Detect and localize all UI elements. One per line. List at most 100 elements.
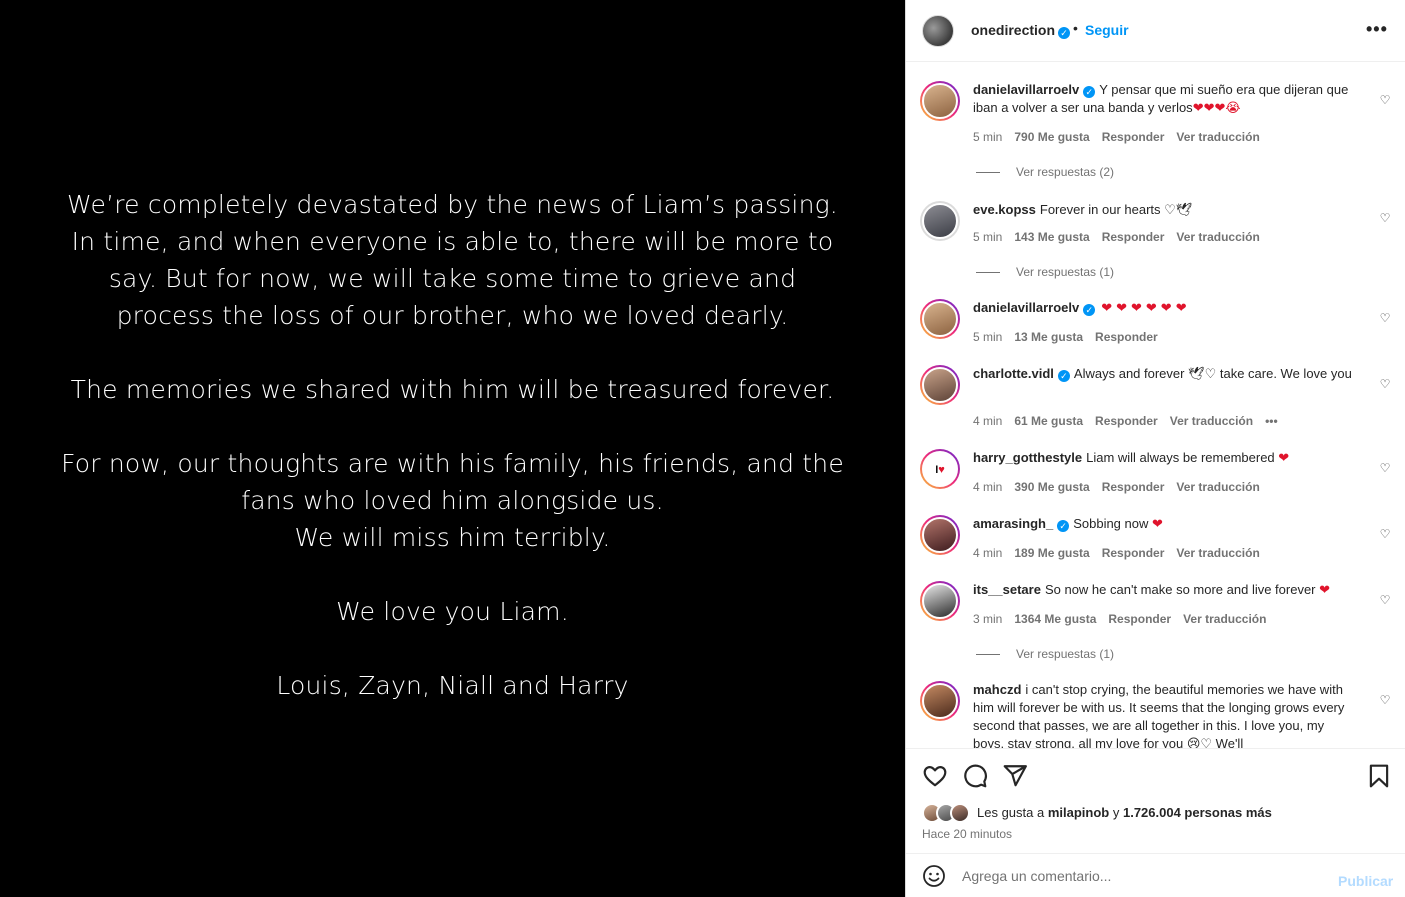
translate-button[interactable]: Ver traducción — [1176, 130, 1259, 144]
heart-icon[interactable]: ♡ — [1378, 461, 1392, 475]
comment-likes[interactable]: 1364 Me gusta — [1014, 612, 1096, 626]
comment-body: So now he can't make so more and live fo… — [1044, 582, 1316, 597]
comment-likes[interactable]: 189 Me gusta — [1014, 546, 1089, 560]
comment-username[interactable]: mahczd — [973, 682, 1021, 697]
post-line: We love you Liam. — [336, 597, 569, 626]
bookmark-icon[interactable] — [1366, 763, 1392, 789]
share-icon[interactable] — [1002, 763, 1028, 789]
comment-meta: 5 min 143 Me gusta Responder Ver traducción — [973, 230, 1272, 244]
reply-button[interactable]: Responder — [1102, 546, 1165, 560]
verified-badge-icon: ✓ — [1083, 304, 1096, 316]
emoji-heart: ❤ — [1319, 582, 1331, 597]
comment-username[interactable]: amarasingh_ — [973, 516, 1053, 531]
avatar[interactable] — [920, 81, 960, 121]
view-replies-label[interactable]: Ver respuestas (1) — [1016, 265, 1114, 279]
likes-prefix: Les gusta a — [977, 805, 1045, 820]
reply-button[interactable]: Responder — [1102, 480, 1165, 494]
replies-line — [976, 272, 1000, 274]
comment-likes[interactable]: 390 Me gusta — [1014, 480, 1089, 494]
author-username-text[interactable]: onedirection — [971, 22, 1055, 38]
comment-text: danielavillarroelv ✓ ❤❤❤❤❤❤ — [973, 299, 1353, 317]
heart-icon[interactable]: ♡ — [1378, 377, 1392, 391]
follow-button[interactable]: Seguir — [1085, 22, 1129, 38]
reply-button[interactable]: Responder — [1102, 230, 1165, 244]
view-replies-button[interactable]: Ver respuestas (1) — [976, 647, 1114, 661]
comment-text: charlotte.vidl ✓ Always and forever 🕊♡ tak… — [973, 365, 1353, 383]
comment-body: Liam will always be remembered — [1086, 450, 1275, 465]
comment-time: 4 min — [973, 414, 1003, 428]
comment-username[interactable]: eve.kopss — [973, 202, 1036, 217]
post-timestamp[interactable]: Hace 20 minutos — [922, 827, 1012, 841]
post-text: We’re completely devastated by the news … — [0, 186, 905, 704]
liker-avatars[interactable] — [922, 803, 974, 823]
comment-username[interactable]: its__setare — [973, 582, 1041, 597]
replies-line — [976, 654, 1000, 656]
comment-likes[interactable]: 61 Me gusta — [1014, 414, 1083, 428]
view-replies-label[interactable]: Ver respuestas (2) — [1016, 165, 1114, 179]
avatar[interactable] — [922, 15, 954, 47]
view-replies-button[interactable]: Ver respuestas (1) — [976, 265, 1114, 279]
translate-button[interactable]: Ver traducción — [1170, 414, 1253, 428]
heart-icon[interactable]: ♡ — [1378, 93, 1392, 107]
verified-badge-icon: ✓ — [1083, 86, 1096, 98]
comment-username[interactable]: harry_gotthestyle — [973, 450, 1082, 465]
avatar[interactable] — [920, 581, 960, 621]
post-image: We’re completely devastated by the news … — [0, 0, 905, 897]
avatar[interactable] — [920, 681, 960, 721]
post-paragraph: Louis, Zayn, Niall and Harry — [0, 667, 905, 704]
liker-username[interactable]: milapinob — [1048, 805, 1109, 820]
comment-body: Forever in our hearts — [1039, 202, 1161, 217]
comment-username[interactable]: danielavillarroelv — [973, 82, 1079, 97]
reply-button[interactable]: Responder — [1108, 612, 1171, 626]
comment-likes[interactable]: 790 Me gusta — [1014, 130, 1089, 144]
likes-count[interactable]: 1.726.004 personas más — [1123, 805, 1272, 820]
comment-likes[interactable]: 143 Me gusta — [1014, 230, 1089, 244]
post-paragraph: For now, our thoughts are with his famil… — [0, 445, 905, 556]
heart-icon[interactable]: ♡ — [1378, 593, 1392, 607]
comment-username[interactable]: danielavillarroelv — [973, 300, 1079, 315]
comment-likes[interactable]: 13 Me gusta — [1014, 330, 1083, 344]
translate-button[interactable]: Ver traducción — [1183, 612, 1266, 626]
author-username[interactable]: onedirection ✓ — [971, 22, 1071, 39]
emoji-icon[interactable] — [922, 864, 946, 888]
translate-button[interactable]: Ver traducción — [1176, 546, 1259, 560]
add-comment-bar: Publicar — [906, 853, 1405, 897]
emoji-hearts: ❤❤❤❤❤❤ — [1101, 300, 1191, 315]
emoji-heart: ❤ — [1152, 516, 1163, 531]
comment-text: harry_gotthestyle Liam will always be rem… — [973, 449, 1353, 467]
comments-list[interactable]: danielavillarroelv ✓ Y pensar que mi sueño… — [906, 63, 1405, 748]
translate-button[interactable]: Ver traducción — [1176, 480, 1259, 494]
comment-time: 5 min — [973, 130, 1003, 144]
comment-username[interactable]: charlotte.vidl — [973, 366, 1054, 381]
avatar[interactable] — [920, 201, 960, 241]
publish-button[interactable]: Publicar — [1338, 873, 1393, 889]
avatar[interactable] — [920, 515, 960, 555]
heart-icon[interactable]: ♡ — [1378, 211, 1392, 225]
reply-button[interactable]: Responder — [1102, 130, 1165, 144]
comment-options-icon[interactable]: ••• — [1265, 414, 1278, 428]
comment-meta: 3 min 1364 Me gusta Responder Ver traducció… — [973, 612, 1278, 626]
heart-icon[interactable]: ♡ — [1378, 527, 1392, 541]
heart-icon[interactable]: ♡ — [1378, 693, 1392, 707]
comment-text: its__setare So now he can't make so more … — [973, 581, 1353, 599]
heart-icon[interactable] — [922, 763, 948, 789]
comment-icon[interactable] — [962, 763, 988, 789]
emoji-heart: ❤ — [1278, 450, 1290, 465]
post-paragraph: The memories we shared with him will be … — [0, 371, 905, 408]
more-options-icon[interactable]: ••• — [1366, 19, 1388, 40]
post-paragraph: We love you Liam. — [0, 593, 905, 630]
translate-button[interactable]: Ver traducción — [1176, 230, 1259, 244]
reply-button[interactable]: Responder — [1095, 330, 1158, 344]
avatar[interactable]: I♥ — [920, 449, 960, 489]
likes-summary[interactable]: Les gusta a milapinob y 1.726.004 person… — [977, 805, 1272, 820]
heart-icon[interactable]: ♡ — [1378, 311, 1392, 325]
view-replies-button[interactable]: Ver respuestas (2) — [976, 165, 1114, 179]
comment-input[interactable] — [962, 866, 1322, 886]
avatar[interactable] — [920, 365, 960, 405]
comment-body: Sobbing now — [1073, 516, 1149, 531]
post-line: For now, our thoughts are with his famil… — [61, 449, 844, 478]
reply-button[interactable]: Responder — [1095, 414, 1158, 428]
avatar[interactable] — [920, 299, 960, 339]
separator-dot: • — [1073, 20, 1078, 36]
view-replies-label[interactable]: Ver respuestas (1) — [1016, 647, 1114, 661]
